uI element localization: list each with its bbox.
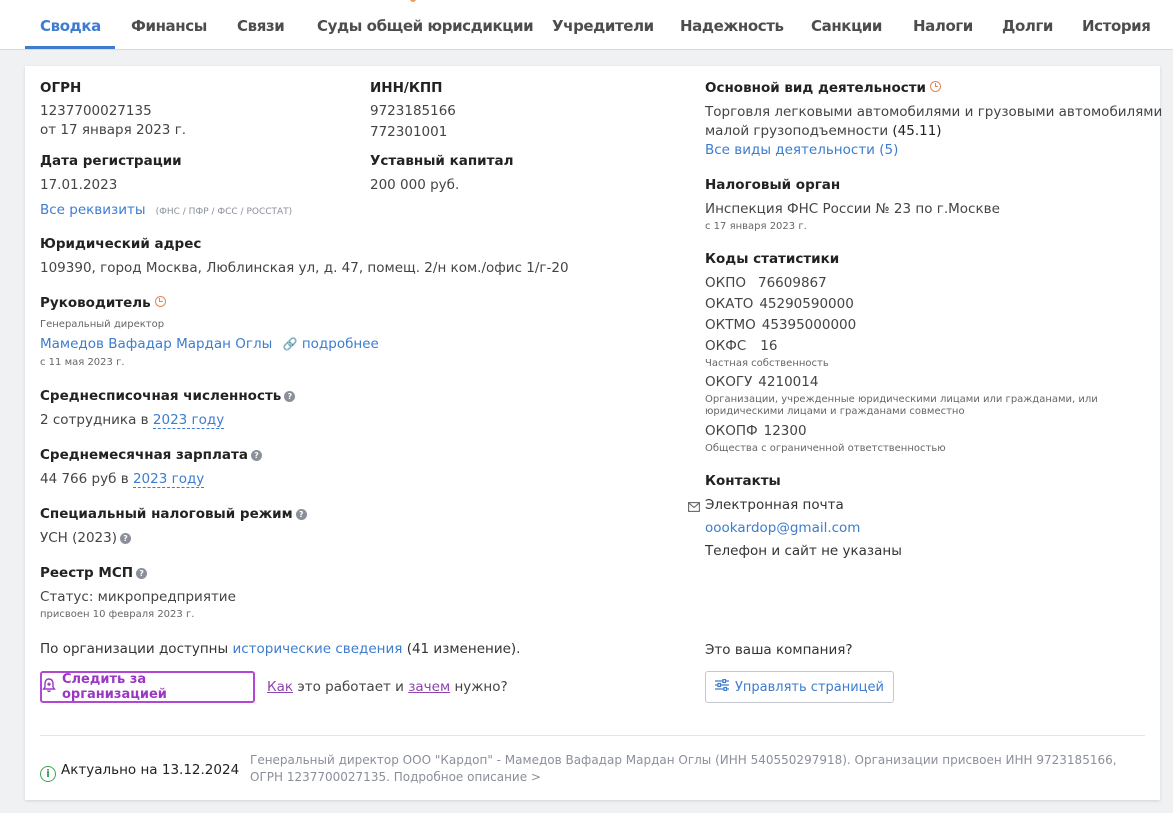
- ogrn-value: 1237700027135: [40, 103, 152, 119]
- headcount-year-link[interactable]: 2023 году: [152, 412, 225, 429]
- how-link[interactable]: Как: [267, 679, 293, 695]
- actual-date: i Актуально на 13.12.2024: [40, 762, 239, 782]
- bell-plus-icon: [42, 677, 56, 697]
- tax-regime-value: УСН (2023)?: [40, 530, 131, 546]
- okogu-desc1: Организации, учрежденные юридическими ли…: [705, 394, 1098, 405]
- director-name-link[interactable]: Мамедов Вафадар Мардан Оглы: [40, 336, 272, 352]
- stats-label: Коды статистики: [705, 251, 840, 267]
- all-activities-link[interactable]: Все виды деятельности (5): [705, 142, 898, 158]
- salary-value: 44 766 руб в 2023 году: [40, 471, 205, 488]
- inn-label: ИНН/КПП: [370, 80, 443, 96]
- manage-page-button[interactable]: Управлять страницей: [705, 671, 894, 703]
- kpp-value: 772301001: [370, 124, 448, 140]
- email-link[interactable]: oookardop@gmail.com: [705, 520, 860, 536]
- phone-note: Телефон и сайт не указаны: [705, 543, 902, 559]
- history-link[interactable]: исторические сведения: [232, 641, 402, 657]
- address-value: 109390, город Москва, Люблинская ул, д. …: [40, 260, 569, 276]
- okato-row: ОКАТО 45290590000: [705, 296, 854, 312]
- help-icon[interactable]: ?: [136, 568, 148, 579]
- contacts-label: Контакты: [705, 473, 781, 489]
- follow-help: Как это работает и зачем нужно?: [267, 679, 508, 695]
- tab-founders[interactable]: Учредители: [552, 17, 654, 35]
- tab-courts[interactable]: Суды общей юрисдикции: [317, 17, 534, 35]
- follow-button[interactable]: Следить за организацией: [40, 671, 255, 703]
- director-row: Мамедов Вафадар Мардан Оглы 🔗 подробнее: [40, 336, 379, 352]
- okfs-desc: Частная собственность: [705, 358, 829, 369]
- activity-line1: Торговля легковыми автомобилями и грузов…: [705, 104, 1163, 120]
- okogu-row: ОКОГУ 4210014: [705, 374, 819, 390]
- tab-history[interactable]: История: [1082, 17, 1151, 35]
- company-description[interactable]: Генеральный директор ООО "Кардоп" - Маме…: [250, 752, 1130, 786]
- mail-icon: [688, 497, 700, 516]
- capital-label: Уставный капитал: [370, 153, 514, 169]
- headcount-value: 2 сотрудника в 2023 году: [40, 412, 225, 429]
- summary-card: ОГРН 1237700027135 от 17 января 2023 г. …: [25, 66, 1163, 800]
- tab-summary[interactable]: Сводка: [40, 17, 101, 35]
- okopf-desc: Общества с ограниченной ответственностью: [705, 443, 946, 454]
- tab-taxes[interactable]: Налоги: [913, 17, 973, 35]
- activity-label: Основной вид деятельности: [705, 80, 942, 96]
- reg-date-label: Дата регистрации: [40, 153, 182, 169]
- help-icon[interactable]: ?: [284, 391, 296, 402]
- tax-org-since: с 17 января 2023 г.: [705, 221, 807, 232]
- tax-org-value: Инспекция ФНС России № 23 по г.Москве: [705, 201, 1000, 217]
- msp-status: Статус: микропредприятие: [40, 589, 236, 605]
- tab-bar: Сводка Финансы Связи Суды общей юрисдикц…: [0, 0, 1173, 50]
- email-label: Электронная почта: [705, 497, 844, 513]
- director-more-link[interactable]: 🔗 подробнее: [283, 336, 379, 352]
- capital-value: 200 000 руб.: [370, 177, 460, 193]
- notification-dot: [410, 0, 416, 2]
- oktmo-row: ОКТМО 45395000000: [705, 317, 857, 333]
- director-since: с 11 мая 2023 г.: [40, 357, 125, 368]
- help-icon[interactable]: ?: [295, 509, 307, 520]
- okogu-desc2: юридическими лицами и гражданами совмест…: [705, 406, 965, 417]
- all-requisites-link[interactable]: Все реквизиты: [40, 202, 146, 218]
- salary-label: Среднемесячная зарплата?: [40, 447, 262, 463]
- tab-debts[interactable]: Долги: [1002, 17, 1053, 35]
- tax-org-label: Налоговый орган: [705, 177, 841, 193]
- ogrn-date: от 17 января 2023 г.: [40, 122, 187, 138]
- link-icon: 🔗: [282, 337, 298, 351]
- inn-value: 9723185166: [370, 103, 456, 119]
- requisites-row: Все реквизиты (ФНС / ПФР / ФСС / РОССТАТ…: [40, 199, 292, 218]
- info-icon: i: [40, 766, 56, 782]
- director-label: Руководитель: [40, 295, 166, 311]
- company-question: Это ваша компания?: [705, 642, 853, 658]
- okfs-row: ОКФС 16: [705, 338, 778, 354]
- salary-year-link[interactable]: 2023 году: [132, 471, 205, 488]
- tab-sanctions[interactable]: Санкции: [811, 17, 882, 35]
- msp-since: присвоен 10 февраля 2023 г.: [40, 609, 195, 620]
- okopf-row: ОКОПФ 12300: [705, 423, 807, 439]
- director-role: Генеральный директор: [40, 319, 165, 330]
- history-row: По организации доступны исторические све…: [40, 641, 521, 657]
- sliders-icon: [715, 678, 729, 695]
- tab-links[interactable]: Связи: [237, 17, 285, 35]
- reg-date-value: 17.01.2023: [40, 177, 118, 193]
- requisites-note: (ФНС / ПФР / ФСС / РОССТАТ): [155, 207, 293, 217]
- activity-line2: малой грузоподъемности (45.11): [705, 123, 942, 139]
- why-link[interactable]: зачем: [408, 679, 450, 695]
- ogrn-label: ОГРН: [40, 80, 82, 96]
- clock-icon[interactable]: [930, 81, 942, 92]
- okpo-row: ОКПО 76609867: [705, 275, 827, 291]
- headcount-label: Среднесписочная численность?: [40, 388, 296, 404]
- tab-finance[interactable]: Финансы: [131, 17, 207, 35]
- tax-regime-label: Специальный налоговый режим?: [40, 506, 307, 522]
- tab-reliability[interactable]: Надежность: [680, 17, 784, 35]
- msp-label: Реестр МСП?: [40, 565, 148, 581]
- footer-divider: [40, 735, 1145, 736]
- help-icon[interactable]: ?: [250, 450, 262, 461]
- clock-icon[interactable]: [154, 296, 166, 307]
- help-icon[interactable]: ?: [120, 533, 131, 544]
- active-tab-indicator: [25, 46, 115, 49]
- address-label: Юридический адрес: [40, 236, 202, 252]
